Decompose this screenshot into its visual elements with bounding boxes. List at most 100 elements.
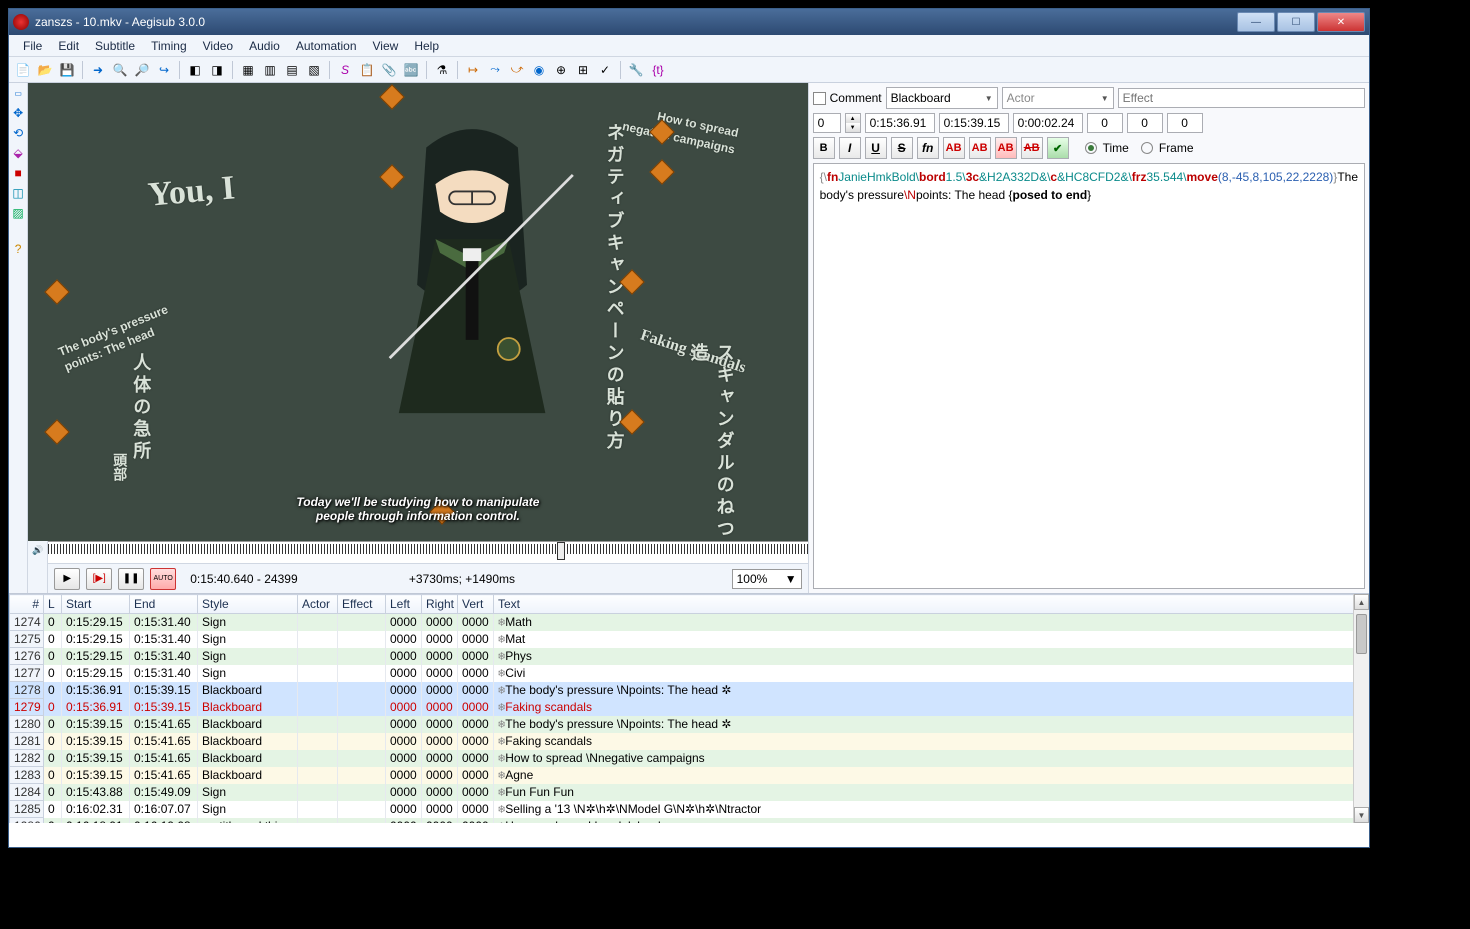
subtitle-grid[interactable]: #LStartEndStyleActorEffectLeftRightVertT…: [9, 594, 1369, 823]
commit-button[interactable]: ✔: [1047, 137, 1069, 159]
grid-cell[interactable]: 0:15:39.15: [62, 767, 130, 784]
grid-cell[interactable]: 0000: [386, 665, 422, 682]
close-button[interactable]: ✕: [1317, 12, 1365, 32]
timing-pp-icon[interactable]: ⤳: [485, 60, 505, 80]
grid-cell[interactable]: 0:16:18.91: [62, 818, 130, 824]
strike-button[interactable]: S: [891, 137, 913, 159]
zoom-combo[interactable]: 100%▼: [732, 569, 802, 589]
grid-cell[interactable]: pretitlecard thing: [198, 818, 298, 824]
grid-cell[interactable]: Blackboard: [198, 682, 298, 699]
grid-cell[interactable]: 0: [44, 716, 62, 733]
grid-cell[interactable]: 0000: [458, 801, 494, 818]
grid-cell[interactable]: 0000: [386, 801, 422, 818]
grid-cell[interactable]: 0: [44, 631, 62, 648]
grid-cell[interactable]: ❄The body's pressure \Npoints: The head …: [494, 682, 1369, 699]
margin-v-input[interactable]: [1167, 113, 1203, 133]
minimize-button[interactable]: —: [1237, 12, 1275, 32]
grid-cell[interactable]: 0000: [422, 767, 458, 784]
grid-cell[interactable]: [298, 716, 338, 733]
zoom-out-icon[interactable]: 🔎: [132, 60, 152, 80]
grid-header[interactable]: Start: [62, 595, 130, 614]
snap-end-icon[interactable]: ◨: [207, 60, 227, 80]
style-combo[interactable]: Blackboard▼: [886, 87, 998, 109]
move-marker-icon[interactable]: [48, 423, 66, 441]
grid-cell[interactable]: 0000: [386, 716, 422, 733]
grid-cell[interactable]: 1285: [10, 801, 44, 818]
move-marker-icon[interactable]: [623, 273, 641, 291]
grid-cell[interactable]: ❄How to spread \Nnegative campaigns: [494, 750, 1369, 767]
table-row[interactable]: 128000:15:39.150:15:41.65Blackboard00000…: [10, 716, 1369, 733]
grid-cell[interactable]: [338, 699, 386, 716]
grid-cell[interactable]: [338, 767, 386, 784]
jump-icon[interactable]: ➜: [88, 60, 108, 80]
time-radio[interactable]: [1085, 142, 1097, 154]
grid-cell[interactable]: 0000: [386, 733, 422, 750]
grid-cell[interactable]: [338, 631, 386, 648]
grid-cell[interactable]: 1277: [10, 665, 44, 682]
grid-cell[interactable]: 0:15:39.15: [130, 682, 198, 699]
open-icon[interactable]: 📂: [35, 60, 55, 80]
grid-cell[interactable]: ❄Selling a '13 \N✲\h✲\NModel G\N✲\h✲\Ntr…: [494, 801, 1369, 818]
menu-edit[interactable]: Edit: [50, 37, 87, 55]
color3-button[interactable]: AB: [995, 137, 1017, 159]
properties-icon[interactable]: 📋: [357, 60, 377, 80]
table-row[interactable]: 128100:15:39.150:15:41.65Blackboard00000…: [10, 733, 1369, 750]
grid-cell[interactable]: Blackboard: [198, 750, 298, 767]
grid-cell[interactable]: Sign: [198, 784, 298, 801]
sort-icon[interactable]: ▤: [282, 60, 302, 80]
video-display[interactable]: You, I How to spreadnegative campaigns F…: [28, 83, 807, 541]
grid-cell[interactable]: 0000: [458, 733, 494, 750]
grid-cell[interactable]: 0: [44, 818, 62, 824]
grid-cell[interactable]: 0: [44, 750, 62, 767]
grid-cell[interactable]: 0:15:36.91: [62, 699, 130, 716]
table-row[interactable]: 128400:15:43.880:15:49.09Sign00000000000…: [10, 784, 1369, 801]
play-line-button[interactable]: [▶]: [86, 568, 112, 590]
grid-cell[interactable]: 0000: [458, 614, 494, 631]
table-row[interactable]: 127700:15:29.150:15:31.40Sign00000000000…: [10, 665, 1369, 682]
grid-cell[interactable]: 1280: [10, 716, 44, 733]
grid-cell[interactable]: [298, 682, 338, 699]
grid-cell[interactable]: 0000: [458, 767, 494, 784]
grid-cell[interactable]: ❄How much can I break labor laws: [494, 818, 1369, 824]
grid-cell[interactable]: 0000: [386, 614, 422, 631]
grid-cell[interactable]: 0000: [458, 716, 494, 733]
fonts-icon[interactable]: 🔤: [401, 60, 421, 80]
grid-cell[interactable]: 0:15:36.91: [62, 682, 130, 699]
color2-button[interactable]: AB: [969, 137, 991, 159]
grid-cell[interactable]: [338, 614, 386, 631]
grid-cell[interactable]: 0000: [422, 750, 458, 767]
select-visible-icon[interactable]: ▦: [238, 60, 258, 80]
rotatez-tool-icon[interactable]: ⟲: [10, 125, 26, 141]
resample-icon[interactable]: ⊞: [573, 60, 593, 80]
grid-cell[interactable]: 0000: [386, 767, 422, 784]
frame-radio[interactable]: [1141, 142, 1153, 154]
grid-cell[interactable]: Sign: [198, 801, 298, 818]
grid-cell[interactable]: 0:15:41.65: [130, 767, 198, 784]
move-marker-icon[interactable]: [653, 163, 671, 181]
table-row[interactable]: 128200:15:39.150:15:41.65Blackboard00000…: [10, 750, 1369, 767]
move-marker-icon[interactable]: [653, 123, 671, 141]
grid-cell[interactable]: 0: [44, 733, 62, 750]
grid-cell[interactable]: [298, 818, 338, 824]
grid-cell[interactable]: 0:15:49.09: [130, 784, 198, 801]
grid-cell[interactable]: 0:15:39.15: [62, 750, 130, 767]
bold-button[interactable]: B: [813, 137, 835, 159]
grid-cell[interactable]: [298, 665, 338, 682]
grid-cell[interactable]: 1281: [10, 733, 44, 750]
options-icon[interactable]: 🔧: [626, 60, 646, 80]
grid-cell[interactable]: ❄Mat: [494, 631, 1369, 648]
layer-spinner[interactable]: ▲▼: [845, 113, 861, 133]
grid-cell[interactable]: 1283: [10, 767, 44, 784]
grid-cell[interactable]: Blackboard: [198, 716, 298, 733]
color1-button[interactable]: AB: [943, 137, 965, 159]
grid-cell[interactable]: ❄Faking scandals: [494, 733, 1369, 750]
grid-cell[interactable]: Sign: [198, 631, 298, 648]
cycle-tag-icon[interactable]: {t}: [648, 60, 668, 80]
grid-cell[interactable]: [338, 682, 386, 699]
grid-cell[interactable]: 0:15:29.15: [62, 665, 130, 682]
grid-cell[interactable]: [338, 750, 386, 767]
grid-cell[interactable]: 0000: [458, 631, 494, 648]
shift-icon[interactable]: ↦: [463, 60, 483, 80]
translation-icon[interactable]: ⊕: [551, 60, 571, 80]
grid-cell[interactable]: 0: [44, 648, 62, 665]
